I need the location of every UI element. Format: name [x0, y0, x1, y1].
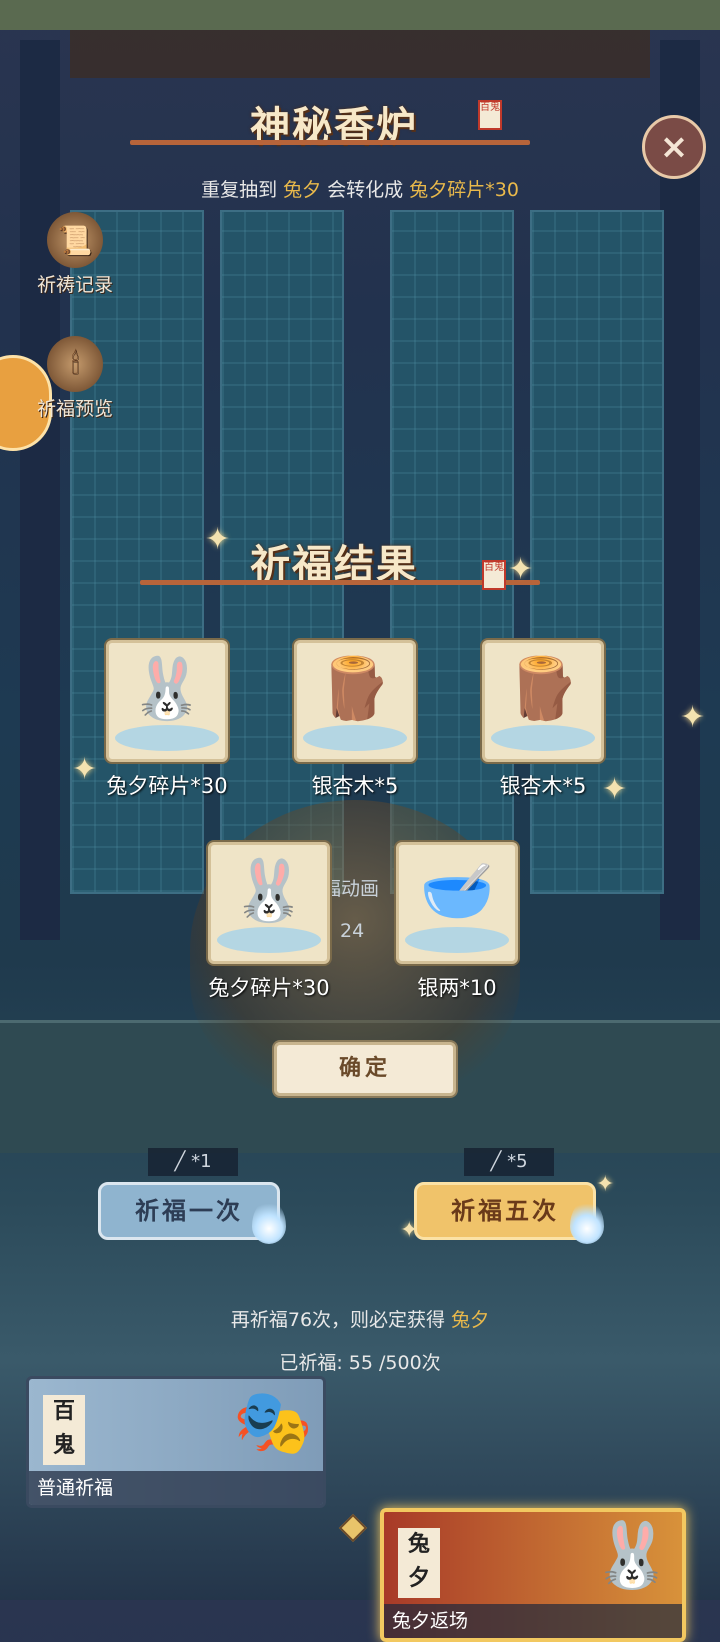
pray-once-cost: ╱ *1 [148, 1148, 238, 1176]
sparkle-icon: ✦ [400, 1218, 419, 1243]
result-item: 🪵 银杏木*5 [478, 640, 608, 800]
sparkle-icon: ✦ [72, 752, 98, 787]
prayer-record-button[interactable]: 📜 祈祷记录 [30, 212, 120, 297]
close-button[interactable]: × [642, 115, 706, 179]
rabbit-art-icon: 🐰 [592, 1519, 672, 1593]
hidden-counter: 24 [340, 920, 365, 942]
page-indicator [338, 1513, 368, 1543]
banner-label: 兔夕返场 [384, 1604, 682, 1638]
item-label: 银杏木*5 [311, 774, 399, 798]
close-icon: × [659, 127, 689, 167]
result-item: 🥣 银两*10 [392, 842, 522, 1002]
result-item: 🐰 兔夕碎片*30 [204, 842, 334, 1002]
prayer-preview-label: 祈福预览 [36, 398, 113, 420]
sparkle-icon: ✦ [596, 1172, 615, 1197]
sparkle-icon: ✦ [508, 552, 534, 587]
prayer-record-label: 祈祷记录 [36, 274, 113, 296]
guarantee-text: 再祈福76次，则必定获得 兔夕 [0, 1305, 720, 1332]
confirm-button[interactable]: 确定 [274, 1042, 456, 1096]
characters-art-icon: 🎭 [233, 1386, 313, 1460]
pray-five-cost: ╱ *5 [464, 1148, 554, 1176]
banner-tag: 兔夕 [398, 1528, 440, 1598]
puddle-decor [303, 725, 407, 751]
progress-prefix: 已祈福: [279, 1352, 349, 1374]
incense-sticks-icon: 🕯 [47, 336, 103, 392]
result-title-underline [140, 580, 540, 585]
result-item: 🪵 银杏木*5 [290, 640, 420, 800]
event-prayer-banner[interactable]: 兔夕 🐰 兔夕返场 [380, 1508, 686, 1642]
result-title-group: 祈福结果 百鬼 [140, 528, 560, 598]
puddle-decor [115, 725, 219, 751]
puddle-decor [217, 927, 321, 953]
notice-prefix: 重复抽到 [201, 179, 284, 201]
item-card: 🐰 [208, 842, 330, 964]
puddle-decor [491, 725, 595, 751]
sparkle-icon: ✦ [205, 522, 231, 557]
puddle-decor [405, 927, 509, 953]
banner-tag: 百鬼 [43, 1395, 85, 1465]
notice-mid: 会转化成 [321, 179, 410, 201]
incense-icon: ╱ [490, 1151, 502, 1172]
notice-item: 兔夕 [283, 179, 322, 201]
page-title-group: 神秘香炉 百鬼 [130, 88, 530, 158]
result-item: 🐰 兔夕碎片*30 [102, 640, 232, 800]
item-label: 银杏木*5 [499, 774, 587, 798]
prayer-preview-button[interactable]: 🕯 祈福预览 [30, 336, 120, 421]
silver-ingot-icon: 🥣 [419, 856, 495, 926]
item-card: 🐰 [106, 640, 228, 762]
normal-prayer-banner[interactable]: 百鬼 🎭 普通祈福 [26, 1376, 326, 1508]
spirit-flame-icon [570, 1200, 604, 1244]
ginkgo-wood-icon: 🪵 [505, 654, 581, 724]
pray-five-button[interactable]: 祈福五次 [414, 1182, 596, 1240]
spirit-flame-icon [252, 1200, 286, 1244]
item-card: 🪵 [294, 640, 416, 762]
rabbit-fragment-icon: 🐰 [129, 654, 205, 724]
scroll-icon: 📜 [47, 212, 103, 268]
item-card: 🪵 [482, 640, 604, 762]
item-card: 🥣 [396, 842, 518, 964]
banner-label: 普通祈福 [29, 1471, 323, 1505]
notice-result: 兔夕碎片*30 [409, 179, 519, 201]
guarantee-prefix: 再祈福76次，则必定获得 [230, 1309, 452, 1331]
duplicate-notice: 重复抽到 兔夕 会转化成 兔夕碎片*30 [0, 175, 720, 202]
progress-value: 55 /500次 [348, 1352, 441, 1374]
title-seal: 百鬼 [478, 100, 502, 130]
sparkle-icon: ✦ [680, 700, 706, 735]
ginkgo-wood-icon: 🪵 [317, 654, 393, 724]
incense-icon: ╱ [174, 1151, 186, 1172]
prayer-progress: 已祈福: 55 /500次 [0, 1348, 720, 1375]
item-label: 兔夕碎片*30 [106, 774, 228, 798]
pray-five-count: *5 [507, 1151, 528, 1172]
item-label: 兔夕碎片*30 [208, 976, 330, 1000]
item-label: 银两*10 [417, 976, 497, 1000]
title-underline [130, 140, 530, 145]
pray-once-count: *1 [191, 1151, 212, 1172]
top-band [70, 30, 650, 78]
guarantee-item: 兔夕 [451, 1309, 490, 1331]
top-strip [0, 0, 720, 30]
rabbit-fragment-icon: 🐰 [231, 856, 307, 926]
result-seal: 百鬼 [482, 560, 506, 590]
